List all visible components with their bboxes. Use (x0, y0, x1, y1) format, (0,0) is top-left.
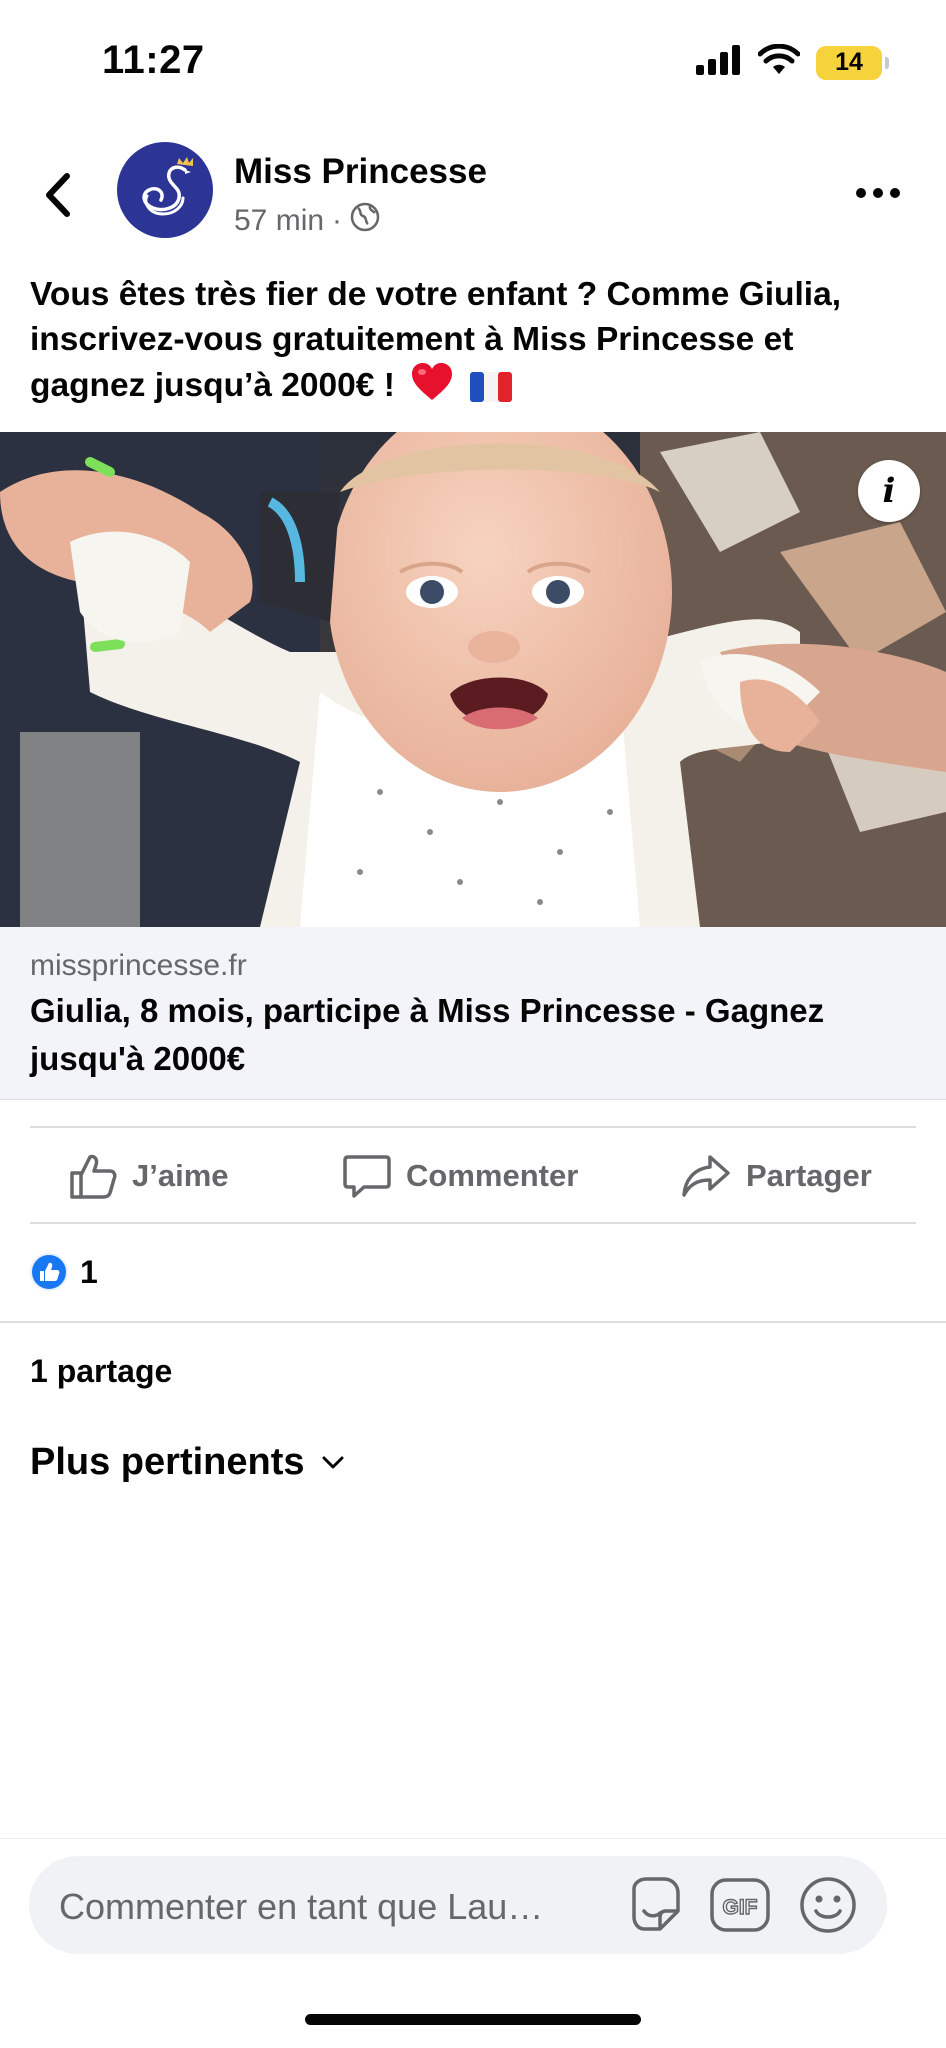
more-dot (890, 188, 900, 198)
avatar[interactable] (117, 142, 213, 238)
comment-sort-dropdown[interactable]: Plus pertinents (30, 1441, 345, 1484)
meta-separator: · (332, 204, 343, 237)
reactions-summary[interactable]: 1 (30, 1253, 98, 1291)
sticker-icon[interactable] (623, 1874, 685, 1936)
chevron-left-icon (46, 173, 70, 217)
actions-bottom-divider (30, 1222, 916, 1224)
like-reaction-icon (30, 1253, 68, 1291)
status-icons: 14 (696, 43, 889, 81)
comment-input[interactable]: Commenter en tant que Lau… GIF (29, 1856, 887, 1954)
swan-logo-icon (142, 157, 193, 216)
comment-placeholder: Commenter en tant que Lau… (59, 1886, 544, 1927)
link-title: Giulia, 8 mois, participe à Miss Princes… (30, 992, 825, 1077)
comment-button[interactable]: Commenter (342, 1128, 578, 1224)
share-button[interactable]: Partager (680, 1128, 872, 1224)
thumbs-up-icon (70, 1154, 117, 1199)
gif-label: GIF (723, 1896, 758, 1919)
battery-level: 14 (835, 48, 863, 76)
link-preview[interactable]: missprincesse.fr Giulia, 8 mois, partici… (0, 927, 946, 1100)
status-time: 11:27 (102, 38, 205, 82)
share-icon (682, 1155, 730, 1197)
post-meta: 57 min · (234, 202, 380, 240)
wifi-icon (757, 43, 801, 81)
share-label: Partager (746, 1158, 872, 1193)
chevron-down-icon (322, 1456, 343, 1468)
baby-photo (0, 432, 946, 927)
back-button[interactable] (36, 168, 80, 222)
home-indicator[interactable] (305, 2014, 641, 2025)
globe-icon (350, 202, 380, 240)
like-label: J’aime (132, 1158, 229, 1193)
battery-nub (885, 56, 889, 69)
signal-icon (696, 45, 742, 80)
reaction-count: 1 (80, 1253, 98, 1290)
comment-icon (343, 1155, 391, 1198)
post-header: Miss Princesse 57 min · (0, 140, 946, 250)
sort-label: Plus pertinents (30, 1441, 305, 1483)
post-image[interactable]: i (0, 432, 946, 927)
actions-bar: J’aime Commenter Partager (0, 1128, 946, 1224)
gif-icon[interactable]: GIF (709, 1874, 771, 1936)
battery-icon: 14 (816, 45, 889, 80)
status-bar: 11:27 14 (0, 0, 946, 125)
post-timestamp[interactable]: 57 min (234, 204, 324, 238)
info-button[interactable]: i (858, 460, 920, 522)
shares-count[interactable]: 1 partage (30, 1353, 172, 1390)
emoji-icon[interactable] (797, 1874, 859, 1936)
more-options-button[interactable] (850, 178, 906, 208)
page-name[interactable]: Miss Princesse (234, 152, 487, 192)
link-domain: missprincesse.fr (30, 949, 247, 982)
like-button[interactable]: J’aime (68, 1128, 229, 1224)
post-text: Vous êtes très fier de votre enfant ? Co… (30, 272, 910, 414)
reactions-divider (0, 1321, 946, 1323)
more-dot (873, 188, 883, 198)
heart-emoji (410, 362, 454, 414)
comment-label: Commenter (406, 1158, 579, 1193)
more-dot (856, 188, 866, 198)
france-flag-emoji (469, 369, 512, 414)
